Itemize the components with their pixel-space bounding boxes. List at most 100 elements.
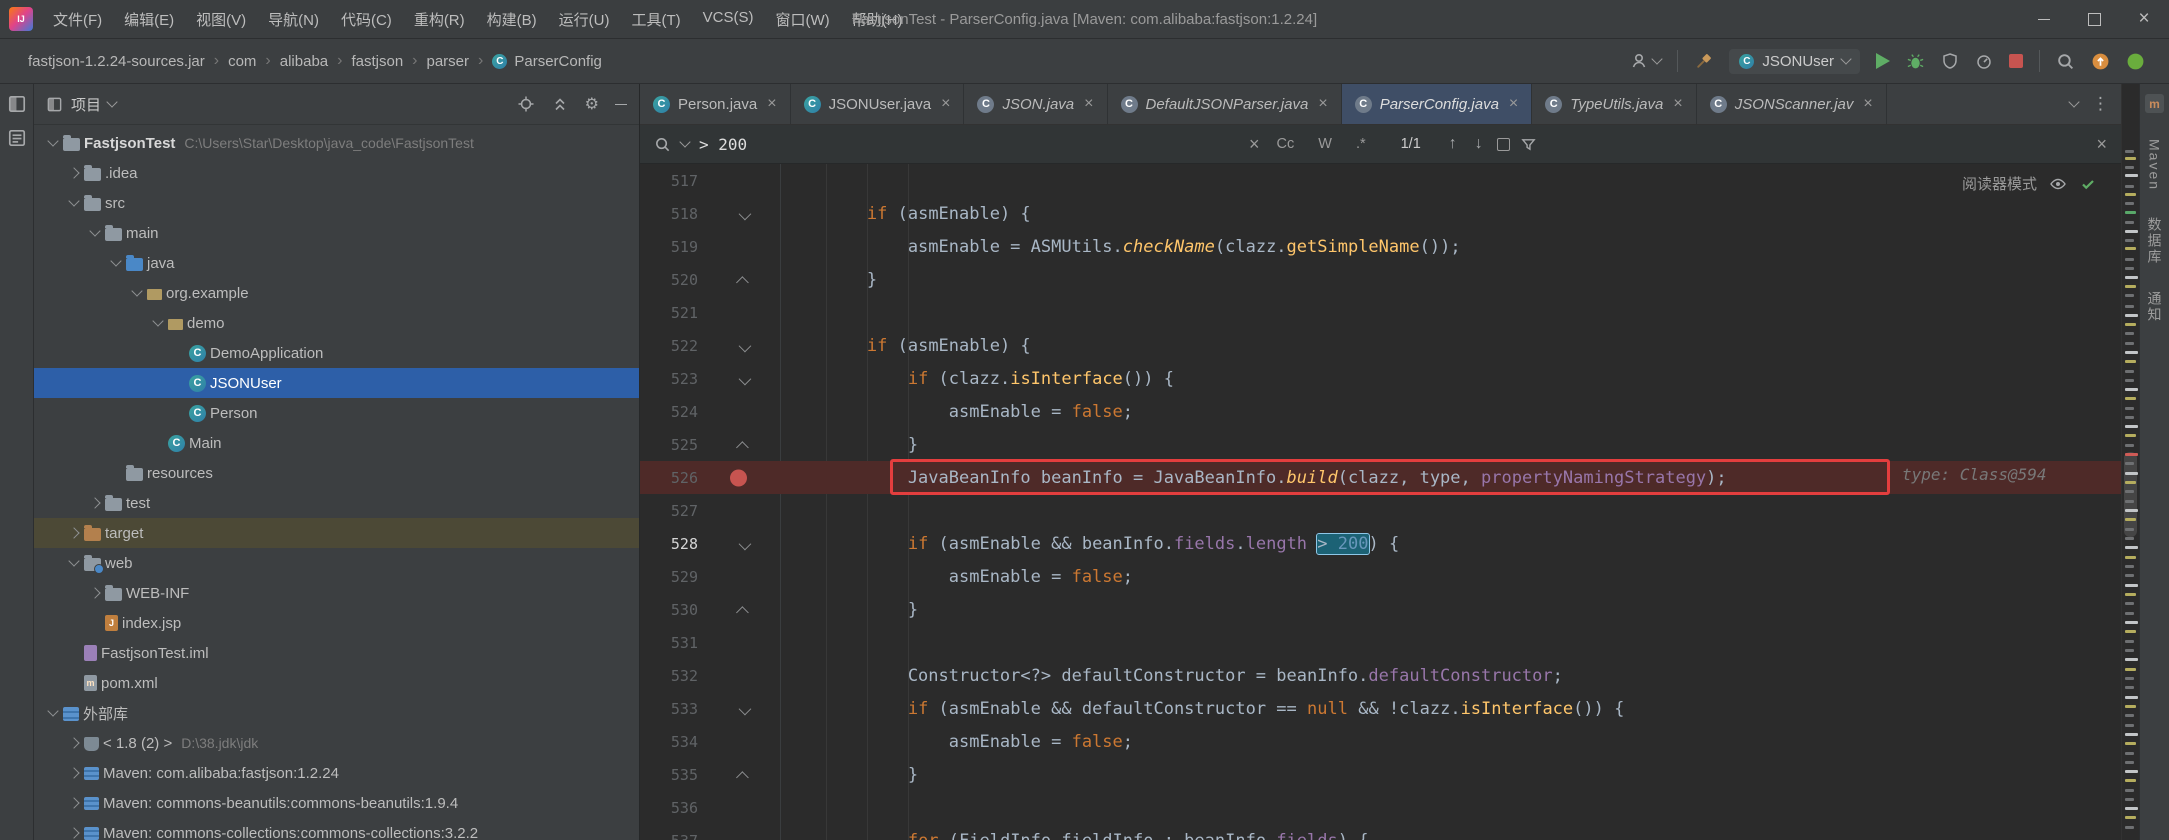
stripe-mark[interactable] (2125, 157, 2136, 160)
editor-tab-parserconfig-java[interactable]: ParserConfig.java (1341, 84, 1533, 124)
search-history-chevron-icon[interactable] (679, 136, 691, 148)
tree-row-resources[interactable]: resources (34, 458, 639, 488)
chevron-down-icon[interactable] (106, 96, 118, 108)
select-all-occurrences-icon[interactable] (1496, 137, 1510, 151)
menu-item-视图-v[interactable]: 视图(V) (186, 5, 256, 34)
tree-row-jsonuser[interactable]: JSONUser (34, 368, 639, 398)
stripe-mark[interactable] (2125, 490, 2134, 493)
editor-tab-jsonuser-java[interactable]: JSONUser.java (791, 84, 965, 124)
stripe-mark[interactable] (2125, 370, 2134, 373)
status-orb-icon[interactable] (2126, 52, 2145, 71)
stripe-mark[interactable] (2125, 807, 2138, 810)
code-line-521[interactable]: 521 (640, 296, 2121, 329)
menu-item-编辑-e[interactable]: 编辑(E) (114, 5, 184, 34)
stripe-mark[interactable] (2125, 509, 2138, 512)
stripe-mark[interactable] (2125, 453, 2138, 456)
match-case-toggle[interactable]: Cc (1270, 134, 1302, 154)
stripe-mark[interactable] (2125, 714, 2134, 717)
stripe-mark[interactable] (2125, 267, 2134, 270)
menu-item-文件-f[interactable]: 文件(F) (43, 5, 112, 34)
stripe-mark[interactable] (2125, 314, 2138, 317)
stripe-mark[interactable] (2125, 593, 2136, 596)
fold-down-icon[interactable] (738, 834, 752, 840)
close-icon[interactable] (1863, 95, 1872, 113)
fold-up-icon[interactable] (736, 440, 749, 454)
stripe-mark[interactable] (2125, 276, 2138, 279)
fold-up-icon[interactable] (736, 605, 749, 619)
code-line-534[interactable]: 534 asmEnable = false; (640, 725, 2121, 758)
tree-row-外部库[interactable]: 外部库 (34, 698, 639, 728)
stripe-mark[interactable] (2125, 816, 2136, 819)
chevron-right-icon[interactable] (65, 764, 84, 783)
stripe-mark[interactable] (2125, 342, 2134, 345)
chevron-right-icon[interactable] (65, 734, 84, 753)
tree-row-pom-xml[interactable]: pom.xml (34, 668, 639, 698)
stripe-mark[interactable] (2125, 202, 2134, 205)
close-icon[interactable] (1084, 95, 1093, 113)
locate-file-icon[interactable] (517, 95, 535, 113)
chevron-right-icon[interactable] (65, 164, 84, 183)
update-available-icon[interactable] (2091, 52, 2110, 71)
code-line-535[interactable]: 535 } (640, 758, 2121, 791)
close-icon[interactable] (1509, 95, 1518, 113)
code-line-517[interactable]: 517 (640, 164, 2121, 197)
stripe-mark[interactable] (2125, 612, 2134, 615)
tree-row-1-8-2[interactable]: < 1.8 (2) > D:\38.jdk\jdk (34, 728, 639, 758)
tree-row-maven-commons-beanutils-commons-beanutils-1-9-4[interactable]: Maven: commons-beanutils:commons-beanuti… (34, 788, 639, 818)
stripe-mark[interactable] (2125, 742, 2136, 745)
editor-tab-jsonscanner-jav[interactable]: JSONScanner.jav (1697, 84, 1887, 124)
breadcrumb-item-alibaba[interactable]: alibaba (280, 53, 328, 70)
tree-row-demoapplication[interactable]: DemoApplication (34, 338, 639, 368)
close-icon[interactable] (767, 95, 776, 113)
chevron-down-icon[interactable] (44, 134, 63, 153)
code-line-536[interactable]: 536 (640, 791, 2121, 824)
fold-down-icon[interactable] (738, 339, 752, 352)
fold-down-icon[interactable] (738, 702, 752, 715)
chevron-down-icon[interactable] (149, 314, 168, 333)
stripe-mark[interactable] (2125, 174, 2138, 177)
profiler-gauge-icon[interactable] (1975, 52, 1993, 70)
editor-tab-json-java[interactable]: JSON.java (964, 84, 1108, 124)
stripe-mark[interactable] (2125, 258, 2134, 261)
close-search-icon[interactable]: × (2096, 134, 2107, 155)
menu-item-vcs-s[interactable]: VCS(S) (693, 5, 764, 34)
minimize-icon[interactable] (2019, 0, 2069, 38)
fold-up-icon[interactable] (736, 770, 749, 784)
stripe-mark[interactable] (2125, 462, 2134, 465)
editor-tab-person-java[interactable]: Person.java (640, 84, 791, 124)
code-line-519[interactable]: 519 asmEnable = ASMUtils.checkName(clazz… (640, 230, 2121, 263)
breadcrumb-item-fastjson-1-2-24-sources-jar[interactable]: fastjson-1.2.24-sources.jar (28, 53, 205, 70)
stripe-mark[interactable] (2125, 221, 2134, 224)
breadcrumb-item-parserconfig[interactable]: ParserConfig (492, 53, 602, 70)
project-panel-title[interactable]: 项目 (71, 94, 101, 115)
coverage-shield-icon[interactable] (1941, 52, 1959, 70)
tree-row-main[interactable]: Main (34, 428, 639, 458)
code-line-529[interactable]: 529 asmEnable = false; (640, 560, 2121, 593)
stripe-mark[interactable] (2125, 150, 2134, 153)
stripe-mark[interactable] (2125, 649, 2134, 652)
tree-row-java[interactable]: java (34, 248, 639, 278)
eye-icon[interactable] (2049, 175, 2067, 193)
stripe-mark[interactable] (2125, 668, 2136, 671)
stripe-mark[interactable] (2125, 528, 2134, 531)
reader-mode-chip[interactable]: 阅读器模式 (1962, 173, 2097, 194)
stripe-mark[interactable] (2125, 472, 2138, 475)
run-configuration-select[interactable]: JSONUser (1729, 48, 1860, 74)
stripe-mark[interactable] (2125, 556, 2136, 559)
stripe-mark[interactable] (2125, 323, 2136, 326)
stripe-mark[interactable] (2125, 193, 2136, 196)
stripe-mark[interactable] (2125, 397, 2136, 400)
tree-row-src[interactable]: src (34, 188, 639, 218)
tree-row-web-inf[interactable]: WEB-INF (34, 578, 639, 608)
code-line-530[interactable]: 530 } (640, 593, 2121, 626)
stripe-mark[interactable] (2125, 518, 2136, 521)
stripe-mark[interactable] (2125, 686, 2134, 689)
stripe-mark[interactable] (2125, 584, 2138, 587)
code-line-525[interactable]: 525 } (640, 428, 2121, 461)
menu-item-构建-b[interactable]: 构建(B) (477, 5, 547, 34)
build-hammer-icon[interactable] (1694, 52, 1713, 71)
settings-gear-icon[interactable]: ⚙ (585, 94, 599, 114)
stripe-mark[interactable] (2125, 285, 2136, 288)
stripe-mark[interactable] (2125, 770, 2138, 773)
stripe-mark[interactable] (2125, 230, 2138, 233)
